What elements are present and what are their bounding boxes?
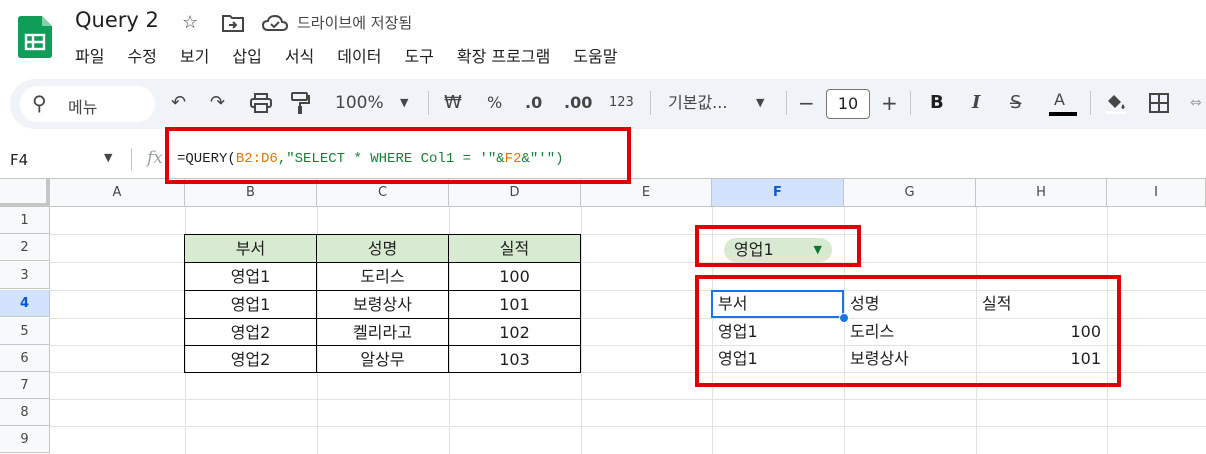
column-header-h[interactable]: H <box>976 179 1107 206</box>
search-icon: ⚲ <box>32 91 47 115</box>
font-size-input[interactable]: 10 <box>826 89 870 119</box>
menu-format[interactable]: 서식 <box>285 43 314 67</box>
source-cell[interactable]: 영업2 <box>184 345 317 373</box>
source-header-cell[interactable]: 실적 <box>448 234 581 263</box>
redo-icon[interactable]: ↷ <box>210 91 225 115</box>
menu-tools[interactable]: 도구 <box>404 43 433 67</box>
menu-search-box[interactable]: ⚲ 메뉴 <box>20 86 155 122</box>
toolbar-separator <box>1090 91 1091 115</box>
save-status: 드라이브에 저장됨 <box>297 14 413 32</box>
toolbar <box>10 79 1206 129</box>
source-cell[interactable]: 100 <box>448 262 581 291</box>
source-header-cell[interactable]: 부서 <box>184 234 317 263</box>
menu-data[interactable]: 데이터 <box>337 43 381 67</box>
highlight-box-result <box>695 275 1121 387</box>
merge-cells-icon[interactable]: ⇔ <box>1190 91 1202 115</box>
toolbar-separator <box>786 91 787 115</box>
toolbar-separator <box>650 91 651 115</box>
source-cell[interactable]: 영업1 <box>184 262 317 291</box>
cloud-done-icon[interactable] <box>262 14 288 32</box>
borders-icon[interactable] <box>1149 93 1169 113</box>
source-cell[interactable]: 영업2 <box>184 318 317 346</box>
font-family-select[interactable]: 기본값... <box>668 91 727 115</box>
row-header-9[interactable]: 9 <box>0 426 50 453</box>
row-header-8[interactable]: 8 <box>0 399 50 426</box>
zoom-select[interactable]: 100% <box>335 91 384 115</box>
print-icon[interactable] <box>250 93 272 113</box>
fill-color-icon[interactable] <box>1104 91 1128 115</box>
source-cell[interactable]: 보령상사 <box>316 290 449 319</box>
source-cell[interactable]: 영업1 <box>184 290 317 319</box>
gridline <box>50 426 1206 427</box>
menu-file[interactable]: 파일 <box>75 43 104 67</box>
menu-insert[interactable]: 삽입 <box>232 43 261 67</box>
column-header-f[interactable]: F <box>712 179 844 206</box>
star-icon[interactable]: ☆ <box>182 12 198 33</box>
font-size-increase-icon[interactable]: + <box>881 91 898 115</box>
row-header-5[interactable]: 5 <box>0 318 50 345</box>
sheets-logo-icon[interactable] <box>18 16 52 58</box>
text-color-button[interactable]: A <box>1054 88 1065 112</box>
gridline <box>50 399 1206 400</box>
toolbar-separator <box>910 91 911 115</box>
source-header-cell[interactable]: 성명 <box>316 234 449 263</box>
menu-view[interactable]: 보기 <box>180 43 209 67</box>
italic-button[interactable]: I <box>972 91 980 115</box>
font-caret-icon[interactable]: ▼ <box>756 91 764 115</box>
source-cell[interactable]: 101 <box>448 290 581 319</box>
select-all-corner[interactable] <box>0 179 50 207</box>
name-box[interactable]: F4 <box>10 151 28 169</box>
gridline <box>581 207 582 454</box>
move-folder-icon[interactable] <box>222 14 244 32</box>
row-header-7[interactable]: 7 <box>0 372 50 399</box>
font-size-decrease-icon[interactable]: − <box>798 91 815 115</box>
zoom-caret-icon[interactable]: ▼ <box>400 91 408 115</box>
row-header-4[interactable]: 4 <box>0 290 50 317</box>
menu-extensions[interactable]: 확장 프로그램 <box>457 43 550 67</box>
source-cell[interactable]: 도리스 <box>316 262 449 291</box>
source-cell[interactable]: 102 <box>448 318 581 346</box>
menu-bar: 파일 수정 보기 삽입 서식 데이터 도구 확장 프로그램 도움말 <box>75 43 640 67</box>
increase-decimal-button[interactable]: .00 <box>564 91 592 115</box>
source-cell[interactable]: 알상무 <box>316 345 449 373</box>
percent-format-button[interactable]: % <box>487 91 502 115</box>
highlight-box-formula <box>165 127 631 184</box>
undo-icon[interactable]: ↶ <box>171 91 186 115</box>
bold-button[interactable]: B <box>930 91 944 115</box>
document-title[interactable]: Query 2 <box>75 8 159 32</box>
number-format-button[interactable]: 123 <box>609 91 634 115</box>
paint-format-icon[interactable] <box>290 91 310 115</box>
fx-icon: fx <box>147 148 163 168</box>
column-header-g[interactable]: G <box>844 179 976 206</box>
formula-separator <box>131 148 132 170</box>
currency-format-button[interactable]: ₩ <box>444 91 462 115</box>
decrease-decimal-button[interactable]: .0 <box>525 91 542 115</box>
source-cell[interactable]: 103 <box>448 345 581 373</box>
row-header-2[interactable]: 2 <box>0 234 50 261</box>
strikethrough-icon[interactable]: S̶ <box>1010 91 1021 115</box>
menu-help[interactable]: 도움말 <box>573 43 617 67</box>
toolbar-separator <box>428 91 429 115</box>
source-cell[interactable]: 켈리라고 <box>316 318 449 346</box>
menu-edit[interactable]: 수정 <box>127 43 156 67</box>
text-color-swatch <box>1049 112 1077 116</box>
column-header-i[interactable]: I <box>1107 179 1206 206</box>
name-box-caret-icon[interactable]: ▼ <box>104 151 112 164</box>
row-header-3[interactable]: 3 <box>0 262 50 289</box>
row-header-1[interactable]: 1 <box>0 207 50 234</box>
menu-search-label: 메뉴 <box>68 98 98 117</box>
row-header-6[interactable]: 6 <box>0 345 50 372</box>
highlight-box-dropdown <box>695 225 861 267</box>
